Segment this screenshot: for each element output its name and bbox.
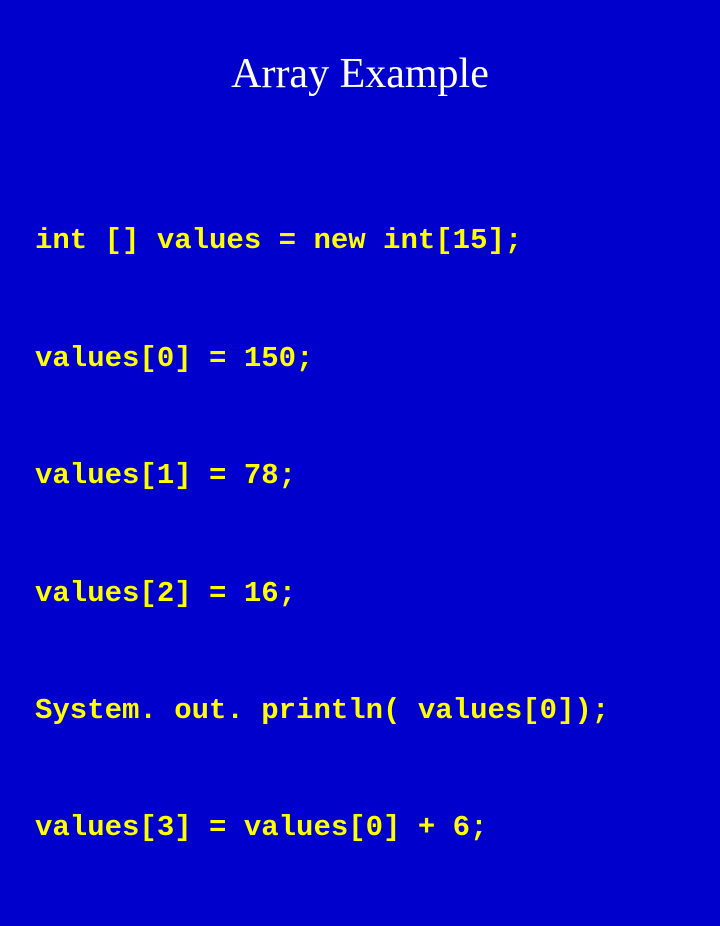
code-line: values[3] = values[0] + 6;: [35, 808, 685, 847]
slide-container: Array Example int [] values = new int[15…: [0, 0, 720, 540]
code-line: values[2] = 16;: [35, 574, 685, 613]
code-line: int [] values = new int[15];: [35, 221, 685, 260]
code-line: System. out. println( values[0]);: [35, 691, 685, 730]
slide-title: Array Example: [35, 50, 685, 98]
code-line: values[0] = 150;: [35, 339, 685, 378]
code-line: values[1] = 78;: [35, 456, 685, 495]
code-block: int [] values = new int[15]; values[0] =…: [35, 143, 685, 926]
